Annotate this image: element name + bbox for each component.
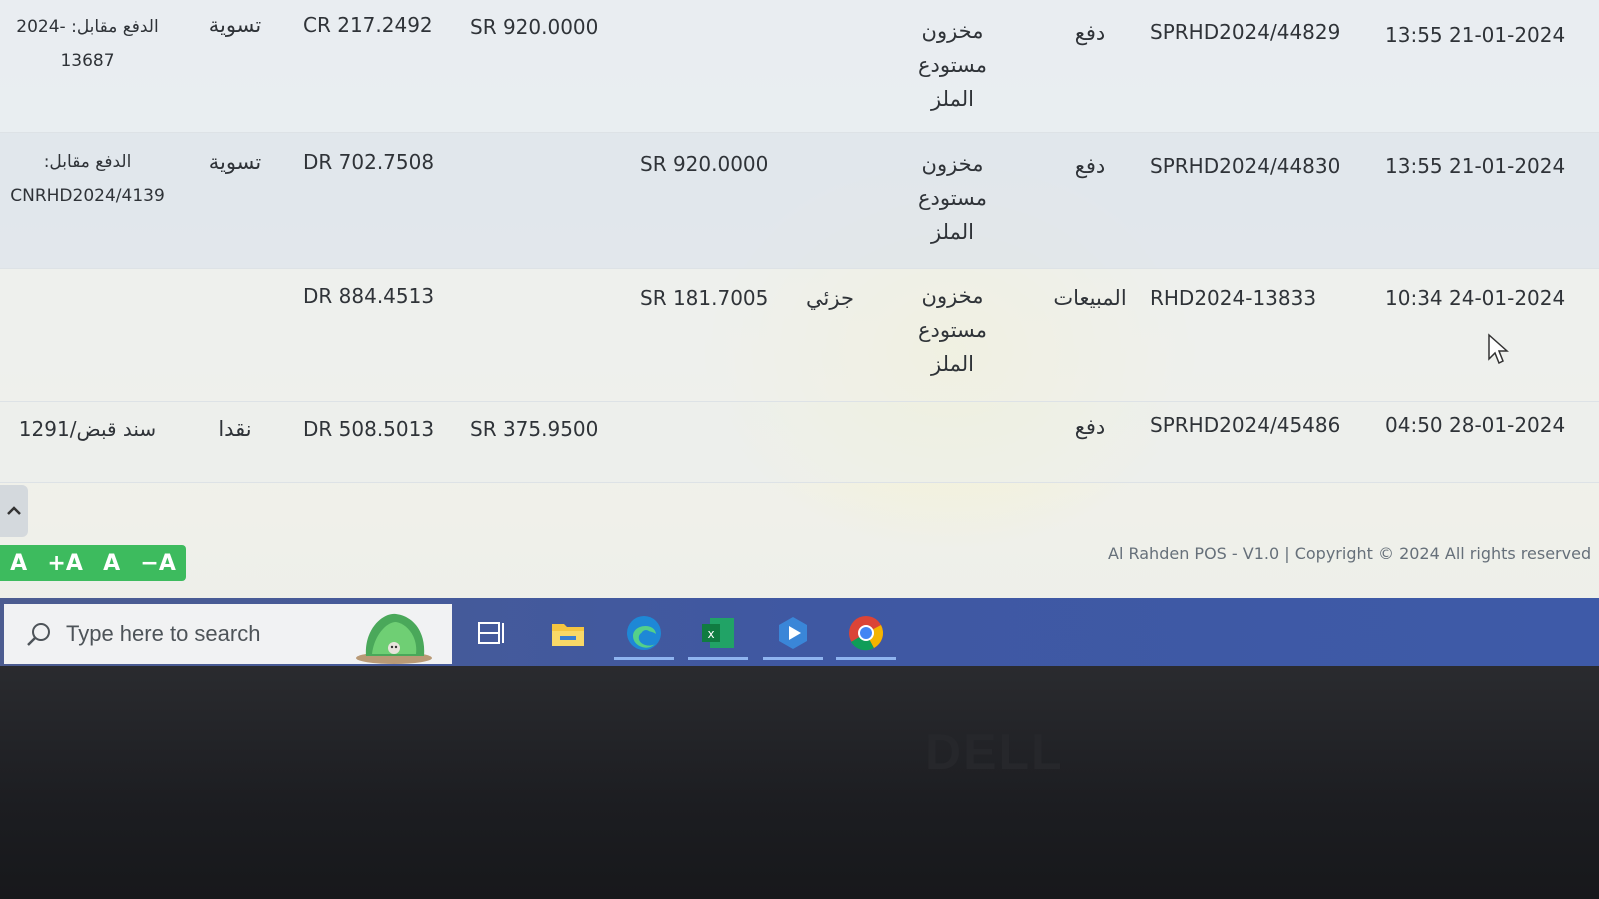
- dell-logo: DELL: [925, 724, 1064, 780]
- task-view-icon: [478, 622, 504, 644]
- amount-cell: SR 920.0000: [470, 15, 599, 39]
- font-normal-button[interactable]: A: [103, 551, 120, 576]
- date-cell: 10:34 24-01-2024: [1385, 286, 1566, 310]
- laptop-bezel: DELL: [0, 666, 1599, 899]
- amount-cell: SR 181.7005: [640, 286, 769, 310]
- note-cell: سند قبض/1291: [18, 417, 157, 441]
- balance-cell: DR 884.4513: [303, 284, 435, 308]
- svg-text:x: x: [707, 627, 714, 641]
- reference-cell[interactable]: SPRHD2024/45486: [1150, 408, 1360, 442]
- font-reset-button[interactable]: A: [10, 551, 27, 576]
- search-placeholder: Type here to search: [66, 621, 261, 646]
- table-row[interactable]: 13:55 21-01-2024 SPRHD2024/44830 دفع مخز…: [0, 133, 1599, 269]
- method-cell: نقدا: [218, 417, 252, 441]
- date-cell: 13:55 21-01-2024: [1385, 154, 1566, 178]
- font-decrease-button[interactable]: −A: [140, 551, 175, 576]
- balance-cell: DR 508.5013: [303, 417, 435, 441]
- chrome-button[interactable]: [836, 608, 896, 660]
- media-app-icon: [779, 617, 807, 649]
- type-cell: دفع: [1074, 415, 1106, 439]
- excel-button[interactable]: x: [688, 608, 748, 660]
- excel-icon: x: [702, 618, 734, 648]
- date-cell: 04:50 28-01-2024: [1385, 413, 1566, 437]
- file-explorer-button[interactable]: [538, 608, 598, 658]
- pos-screen: 13:55 21-01-2024 SPRHD2024/44829 دفع مخز…: [0, 0, 1599, 660]
- font-increase-button[interactable]: +A: [47, 551, 82, 576]
- balance-cell: DR 702.7508: [303, 150, 435, 174]
- mouse-cursor-icon: [1488, 333, 1509, 365]
- transactions-table: 13:55 21-01-2024 SPRHD2024/44829 دفع مخز…: [0, 0, 1599, 483]
- chevron-up-icon: [7, 506, 21, 515]
- store-cell: مخزون مستودع الملز: [917, 152, 988, 244]
- amount-cell: SR 920.0000: [640, 152, 769, 176]
- type-cell: المبيعات: [1053, 286, 1127, 310]
- table-row[interactable]: 10:34 24-01-2024 RHD2024-13833 المبيعات …: [0, 269, 1599, 402]
- balance-cell: CR 217.2492: [303, 13, 433, 37]
- note-cell: الدفع مقابل: -2024 13687: [16, 17, 159, 71]
- edge-icon: [627, 616, 661, 650]
- media-app-button[interactable]: [763, 608, 823, 660]
- search-icon: [27, 623, 50, 646]
- table-row[interactable]: 04:50 28-01-2024 SPRHD2024/45486 دفع SR …: [0, 402, 1599, 483]
- payment-status-cell: جزئي: [806, 286, 854, 310]
- search-highlight-icon: [356, 613, 432, 664]
- type-cell: دفع: [1074, 154, 1106, 178]
- date-cell: 13:55 21-01-2024: [1385, 23, 1566, 47]
- amount-cell: SR 375.9500: [470, 417, 599, 441]
- copyright-footer: Al Rahden POS - V1.0 | Copyright © 2024 …: [1108, 544, 1592, 563]
- reference-cell[interactable]: SPRHD2024/44829: [1150, 15, 1360, 49]
- font-size-controls: A +A A −A: [0, 545, 186, 581]
- store-cell: مخزون مستودع الملز: [917, 284, 988, 376]
- type-cell: دفع: [1074, 21, 1106, 45]
- reference-cell[interactable]: RHD2024-13833: [1150, 281, 1360, 315]
- chrome-icon: [849, 616, 883, 651]
- scroll-to-top-button[interactable]: [0, 485, 28, 537]
- store-cell: مخزون مستودع الملز: [917, 19, 988, 111]
- edge-browser-button[interactable]: [614, 608, 674, 660]
- table-row[interactable]: 13:55 21-01-2024 SPRHD2024/44829 دفع مخز…: [0, 0, 1599, 133]
- method-cell: تسوية: [208, 13, 262, 37]
- file-explorer-icon: [552, 624, 584, 646]
- task-view-button[interactable]: [462, 608, 522, 658]
- method-cell: تسوية: [208, 150, 262, 174]
- note-cell: الدفع مقابل: CNRHD2024/4139: [10, 152, 165, 206]
- reference-cell[interactable]: SPRHD2024/44830: [1150, 149, 1360, 183]
- taskbar-search-box[interactable]: Type here to search: [4, 604, 452, 664]
- windows-taskbar: Type here to search x: [0, 598, 1599, 666]
